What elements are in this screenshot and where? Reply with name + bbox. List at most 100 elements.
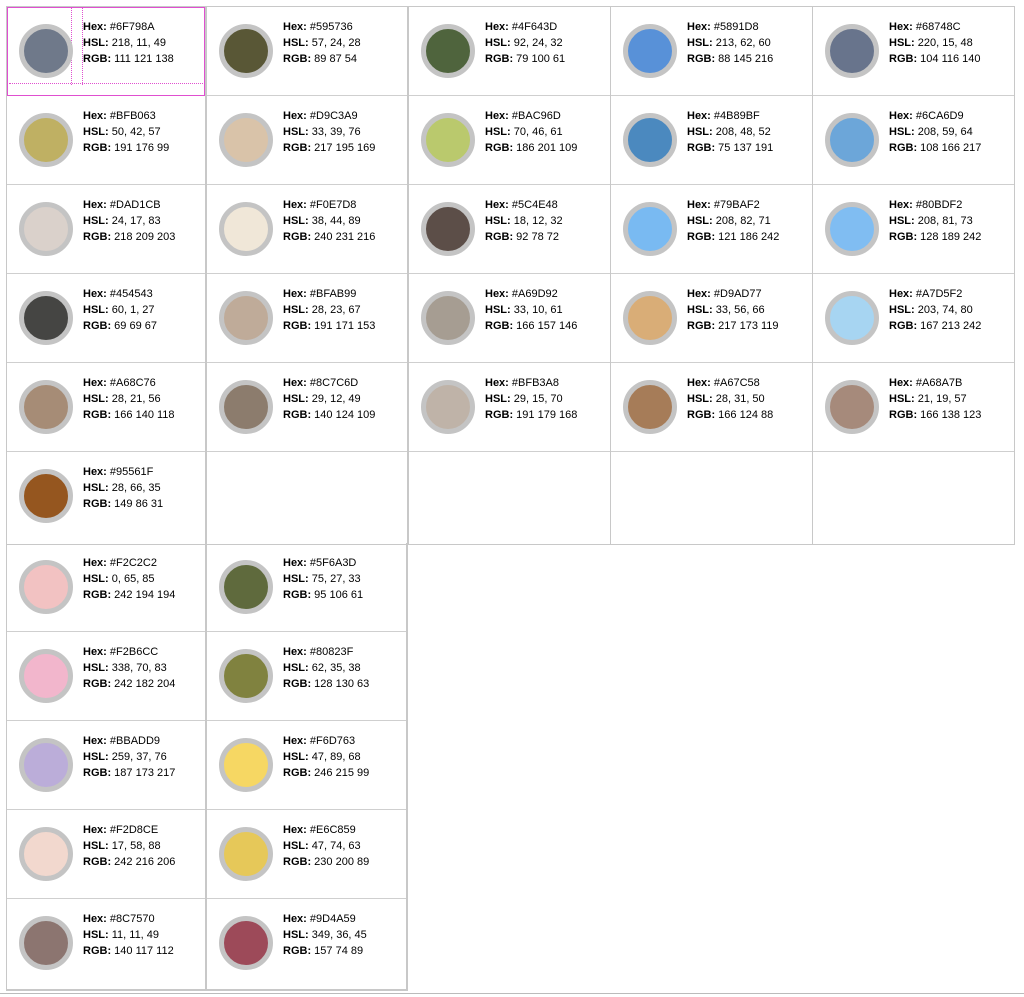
color-cell[interactable]: Hex: #BFB063 HSL: 50, 42, 57 RGB: 191 176 … [7, 96, 205, 185]
color-cell[interactable]: Hex: #A68A7B HSL: 21, 19, 57 RGB: 166 138 … [813, 363, 1014, 452]
color-info: Hex: #595736 HSL: 57, 24, 28 RGB: 89 87 54 [283, 19, 361, 67]
hsl-value: 218, 11, 49 [111, 37, 166, 49]
color-cell[interactable]: Hex: #A68C76 HSL: 28, 21, 56 RGB: 166 140 … [7, 363, 205, 452]
color-swatch[interactable] [825, 202, 879, 256]
color-swatch[interactable] [623, 202, 677, 256]
color-cell[interactable]: Hex: #5C4E48 HSL: 18, 12, 32 RGB: 92 78 72 [409, 185, 610, 274]
color-swatch[interactable] [19, 916, 73, 970]
hex-value-line: Hex: #A7D5F2 [889, 286, 981, 302]
color-cell[interactable]: Hex: #BAC96D HSL: 70, 46, 61 RGB: 186 201 … [409, 96, 610, 185]
color-swatch[interactable] [421, 291, 475, 345]
color-cell[interactable]: Hex: #4F643D HSL: 92, 24, 32 RGB: 79 100 6… [409, 7, 610, 96]
rgb-value: 217 173 119 [718, 320, 779, 332]
rgb-value-line: RGB: 140 117 112 [83, 943, 174, 959]
color-cell[interactable]: Hex: #5F6A3D HSL: 75, 27, 33 RGB: 95 106 6… [207, 543, 406, 632]
color-swatch[interactable] [219, 916, 273, 970]
color-cell[interactable]: Hex: #E6C859 HSL: 47, 74, 63 RGB: 230 200 … [207, 810, 406, 899]
color-cell[interactable]: Hex: #4B89BF HSL: 208, 48, 52 RGB: 75 137 … [611, 96, 812, 185]
color-swatch[interactable] [219, 202, 273, 256]
hex-label: Hex: [889, 377, 913, 389]
color-swatch[interactable] [19, 291, 73, 345]
hsl-label: HSL: [83, 215, 109, 227]
color-swatch[interactable] [825, 380, 879, 434]
color-swatch[interactable] [825, 291, 879, 345]
color-swatch[interactable] [19, 113, 73, 167]
color-swatch[interactable] [825, 24, 879, 78]
rgb-value-line: RGB: 186 201 109 [485, 140, 577, 156]
color-swatch[interactable] [623, 113, 677, 167]
color-cell[interactable]: Hex: #BFB3A8 HSL: 29, 15, 70 RGB: 191 179 … [409, 363, 610, 452]
color-cell[interactable]: Hex: #68748C HSL: 220, 15, 48 RGB: 104 116… [813, 7, 1014, 96]
hsl-label: HSL: [283, 126, 309, 138]
color-cell[interactable]: Hex: #595736 HSL: 57, 24, 28 RGB: 89 87 54 [207, 7, 407, 96]
color-swatch[interactable] [421, 24, 475, 78]
color-swatch[interactable] [219, 738, 273, 792]
color-swatch[interactable] [825, 113, 879, 167]
color-cell[interactable]: Hex: #5891D8 HSL: 213, 62, 60 RGB: 88 145 … [611, 7, 812, 96]
hsl-label: HSL: [687, 393, 713, 405]
hsl-label: HSL: [889, 215, 915, 227]
color-swatch[interactable] [19, 202, 73, 256]
color-swatch[interactable] [219, 24, 273, 78]
color-swatch[interactable] [219, 380, 273, 434]
color-cell[interactable]: Hex: #6CA6D9 HSL: 208, 59, 64 RGB: 108 166… [813, 96, 1014, 185]
hsl-value-line: HSL: 47, 74, 63 [283, 838, 369, 854]
color-cell[interactable]: Hex: #8C7C6D HSL: 29, 12, 49 RGB: 140 124 … [207, 363, 407, 452]
color-swatch[interactable] [19, 827, 73, 881]
color-cell[interactable]: Hex: #BBADD9 HSL: 259, 37, 76 RGB: 187 173… [7, 721, 205, 810]
color-cell[interactable]: Hex: #BFAB99 HSL: 28, 23, 67 RGB: 191 171 … [207, 274, 407, 363]
color-cell[interactable]: Hex: #80BDF2 HSL: 208, 81, 73 RGB: 128 189… [813, 185, 1014, 274]
rgb-value: 88 145 216 [718, 53, 774, 65]
color-swatch[interactable] [623, 380, 677, 434]
color-cell[interactable]: Hex: #454543 HSL: 60, 1, 27 RGB: 69 69 67 [7, 274, 205, 363]
color-cell[interactable]: Hex: #DAD1CB HSL: 24, 17, 83 RGB: 218 209 … [7, 185, 205, 274]
color-swatch[interactable] [219, 291, 273, 345]
hex-value: #4B89BF [713, 110, 760, 122]
color-swatch[interactable] [623, 291, 677, 345]
hex-value-line: Hex: #8C7C6D [283, 375, 375, 391]
color-cell[interactable]: Hex: #F2C2C2 HSL: 0, 65, 85 RGB: 242 194 1… [7, 543, 205, 632]
color-cell[interactable]: Hex: #6F798A HSL: 218, 11, 49 RGB: 111 121… [7, 7, 205, 96]
color-swatch[interactable] [219, 560, 273, 614]
hsl-value: 29, 12, 49 [311, 393, 361, 405]
hsl-value: 47, 74, 63 [311, 840, 361, 852]
color-swatch[interactable] [19, 560, 73, 614]
color-cell[interactable]: Hex: #F2D8CE HSL: 17, 58, 88 RGB: 242 216 … [7, 810, 205, 899]
color-swatch[interactable] [19, 649, 73, 703]
color-cell[interactable]: Hex: #79BAF2 HSL: 208, 82, 71 RGB: 121 186… [611, 185, 812, 274]
color-cell[interactable]: Hex: #A7D5F2 HSL: 203, 74, 80 RGB: 167 213… [813, 274, 1014, 363]
color-swatch[interactable] [19, 380, 73, 434]
color-swatch[interactable] [421, 380, 475, 434]
color-swatch[interactable] [421, 113, 475, 167]
hsl-value: 0, 65, 85 [111, 573, 155, 585]
color-cell[interactable]: Hex: #8C7570 HSL: 11, 11, 49 RGB: 140 117 … [7, 899, 205, 988]
color-swatch[interactable] [19, 738, 73, 792]
color-swatch[interactable] [623, 24, 677, 78]
color-cell[interactable]: Hex: #A67C58 HSL: 28, 31, 50 RGB: 166 124 … [611, 363, 812, 452]
color-cell[interactable]: Hex: #F0E7D8 HSL: 38, 44, 89 RGB: 240 231 … [207, 185, 407, 274]
color-swatch[interactable] [219, 827, 273, 881]
rgb-label: RGB: [889, 231, 918, 243]
empty-cell [813, 452, 1014, 541]
hsl-label: HSL: [83, 662, 109, 674]
color-swatch[interactable] [219, 113, 273, 167]
color-cell[interactable]: Hex: #9D4A59 HSL: 349, 36, 45 RGB: 157 74 … [207, 899, 406, 988]
hex-value-line: Hex: #9D4A59 [283, 911, 367, 927]
color-cell[interactable]: Hex: #A69D92 HSL: 33, 10, 61 RGB: 166 157 … [409, 274, 610, 363]
hex-label: Hex: [889, 110, 913, 122]
color-swatch[interactable] [421, 202, 475, 256]
color-cell[interactable]: Hex: #F2B6CC HSL: 338, 70, 83 RGB: 242 182… [7, 632, 205, 721]
color-swatch[interactable] [19, 24, 73, 78]
color-cell[interactable]: Hex: #F6D763 HSL: 47, 89, 68 RGB: 246 215 … [207, 721, 406, 810]
color-cell[interactable]: Hex: #D9AD77 HSL: 33, 56, 66 RGB: 217 173 … [611, 274, 812, 363]
color-swatch[interactable] [19, 469, 73, 523]
hex-value-line: Hex: #95561F [83, 464, 163, 480]
color-swatch[interactable] [219, 649, 273, 703]
color-cell[interactable]: Hex: #D9C3A9 HSL: 33, 39, 76 RGB: 217 195 … [207, 96, 407, 185]
color-cell[interactable]: Hex: #95561F HSL: 28, 66, 35 RGB: 149 86 3… [7, 452, 205, 541]
color-info: Hex: #E6C859 HSL: 47, 74, 63 RGB: 230 200 … [283, 822, 369, 870]
rgb-value: 218 209 203 [114, 231, 176, 243]
color-cell[interactable]: Hex: #80823F HSL: 62, 35, 38 RGB: 128 130 … [207, 632, 406, 721]
empty-cell [409, 452, 610, 541]
rgb-value: 69 69 67 [114, 320, 157, 332]
